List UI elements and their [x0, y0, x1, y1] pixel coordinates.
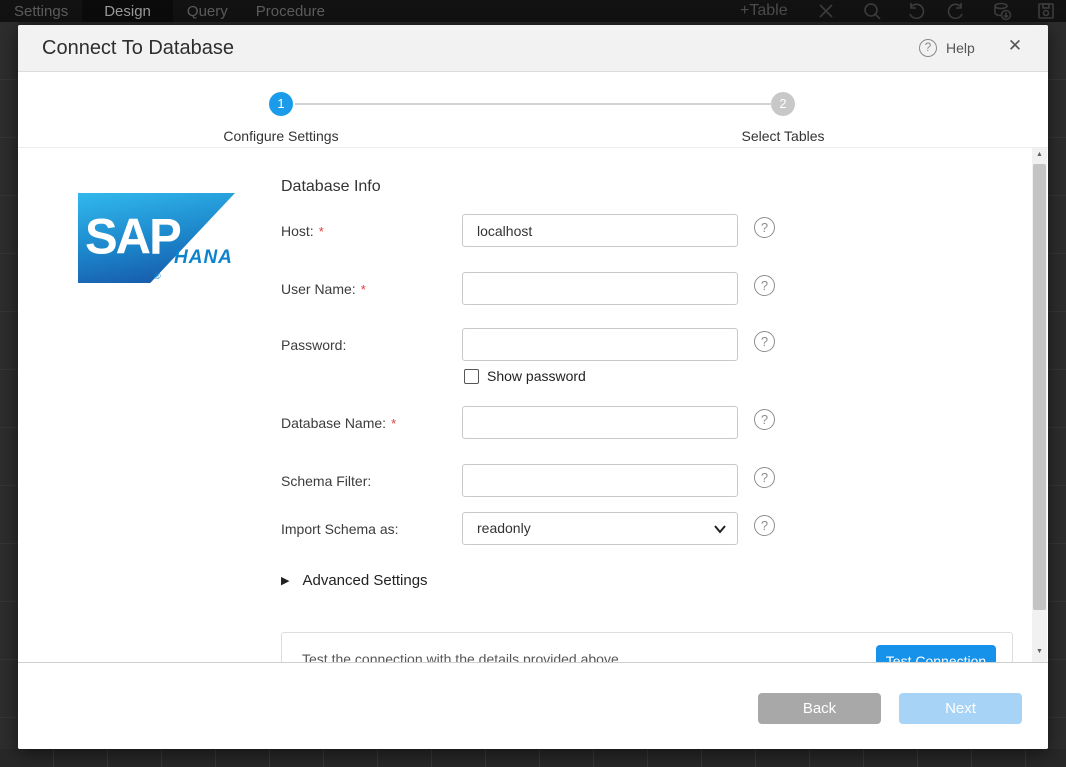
chevron-down-icon	[713, 524, 727, 534]
background-topbar: Settings Design Query Procedure +Table	[0, 0, 1066, 22]
host-label-text: Host:	[281, 223, 314, 239]
add-table-button[interactable]: +Table	[740, 0, 788, 21]
password-help-icon[interactable]: ?	[754, 331, 775, 352]
tab-design[interactable]: Design	[82, 0, 173, 22]
database-name-label: Database Name: *	[281, 415, 396, 431]
sap-logo-text: SAP	[85, 208, 180, 265]
dialog-footer: Back Next	[18, 662, 1048, 749]
required-marker: *	[391, 416, 396, 431]
show-password-checkbox[interactable]	[464, 369, 479, 384]
schema-filter-label-text: Schema Filter:	[281, 473, 371, 489]
redo-icon[interactable]	[946, 1, 966, 21]
import-schema-select[interactable]: readonly	[462, 512, 738, 545]
host-label: Host: *	[281, 223, 324, 239]
import-schema-help-icon[interactable]: ?	[754, 515, 775, 536]
schema-filter-help-icon[interactable]: ?	[754, 467, 775, 488]
advanced-settings-toggle[interactable]: ▶ Advanced Settings	[281, 572, 428, 589]
required-marker: *	[361, 282, 366, 297]
scroll-up-arrow-icon[interactable]: ▲	[1032, 148, 1047, 162]
content-scrollbar[interactable]: ▲ ▼	[1032, 148, 1047, 662]
dialog-header: Connect To Database ? Help ✕	[18, 25, 1048, 72]
host-help-icon[interactable]: ?	[754, 217, 775, 238]
search-icon[interactable]	[862, 1, 882, 21]
step-1-circle: 1	[269, 92, 293, 116]
password-label: Password:	[281, 337, 346, 353]
registered-trademark: ®	[154, 271, 161, 281]
dialog-content: SAP HANA ® Database Info Host: * ? User N…	[18, 148, 1048, 662]
tab-settings[interactable]: Settings	[0, 0, 82, 22]
background-grid-right	[1048, 22, 1066, 767]
step-wizard: 1 2 Configure Settings Select Tables	[18, 72, 1048, 148]
help-label: Help	[946, 40, 975, 56]
required-marker: *	[319, 224, 324, 239]
import-schema-label: Import Schema as:	[281, 521, 399, 537]
username-label: User Name: *	[281, 281, 366, 297]
caret-right-icon: ▶	[281, 574, 289, 587]
hana-logo-text: HANA	[174, 247, 233, 269]
database-name-input[interactable]	[462, 406, 738, 439]
password-label-text: Password:	[281, 337, 346, 353]
scrollbar-thumb[interactable]	[1033, 164, 1046, 610]
show-password-row: Show password	[464, 368, 586, 384]
test-connection-button[interactable]: Test Connection	[876, 645, 996, 662]
tab-query[interactable]: Query	[173, 0, 242, 22]
close-dialog-button[interactable]: ✕	[1004, 36, 1026, 56]
test-connection-note: Test the connection with the details pro…	[302, 651, 619, 662]
back-button[interactable]: Back	[758, 693, 881, 724]
show-password-label[interactable]: Show password	[487, 368, 586, 384]
step-2-label: Select Tables	[673, 128, 893, 144]
host-input[interactable]	[462, 214, 738, 247]
database-name-label-text: Database Name:	[281, 415, 386, 431]
import-schema-selected-value: readonly	[477, 520, 531, 536]
dialog-title: Connect To Database	[42, 37, 234, 60]
tab-procedure[interactable]: Procedure	[242, 0, 339, 22]
step-1-label: Configure Settings	[171, 128, 391, 144]
step-connector-line	[295, 103, 771, 105]
username-help-icon[interactable]: ?	[754, 275, 775, 296]
close-icon[interactable]	[816, 1, 836, 21]
sap-logo-shape: SAP	[78, 193, 235, 283]
test-connection-section: Test the connection with the details pro…	[281, 632, 1013, 662]
help-button[interactable]: ? Help	[919, 39, 975, 57]
scroll-down-arrow-icon[interactable]: ▼	[1032, 645, 1047, 659]
next-button[interactable]: Next	[899, 693, 1022, 724]
import-schema-label-text: Import Schema as:	[281, 521, 399, 537]
form-heading: Database Info	[281, 178, 381, 196]
step-2-circle: 2	[771, 92, 795, 116]
background-grid-left	[0, 22, 18, 767]
export-data-icon[interactable]	[992, 1, 1012, 21]
save-icon[interactable]	[1036, 1, 1056, 21]
database-name-help-icon[interactable]: ?	[754, 409, 775, 430]
username-input[interactable]	[462, 272, 738, 305]
connect-to-database-dialog: Connect To Database ? Help ✕ 1 2 Configu…	[18, 25, 1048, 749]
schema-filter-input[interactable]	[462, 464, 738, 497]
username-label-text: User Name:	[281, 281, 356, 297]
background-grid-bottom	[0, 749, 1066, 767]
schema-filter-label: Schema Filter:	[281, 473, 371, 489]
password-input[interactable]	[462, 328, 738, 361]
undo-icon[interactable]	[906, 1, 926, 21]
help-icon: ?	[919, 39, 937, 57]
sap-hana-logo: SAP HANA ®	[78, 193, 235, 285]
advanced-settings-label: Advanced Settings	[302, 572, 427, 589]
